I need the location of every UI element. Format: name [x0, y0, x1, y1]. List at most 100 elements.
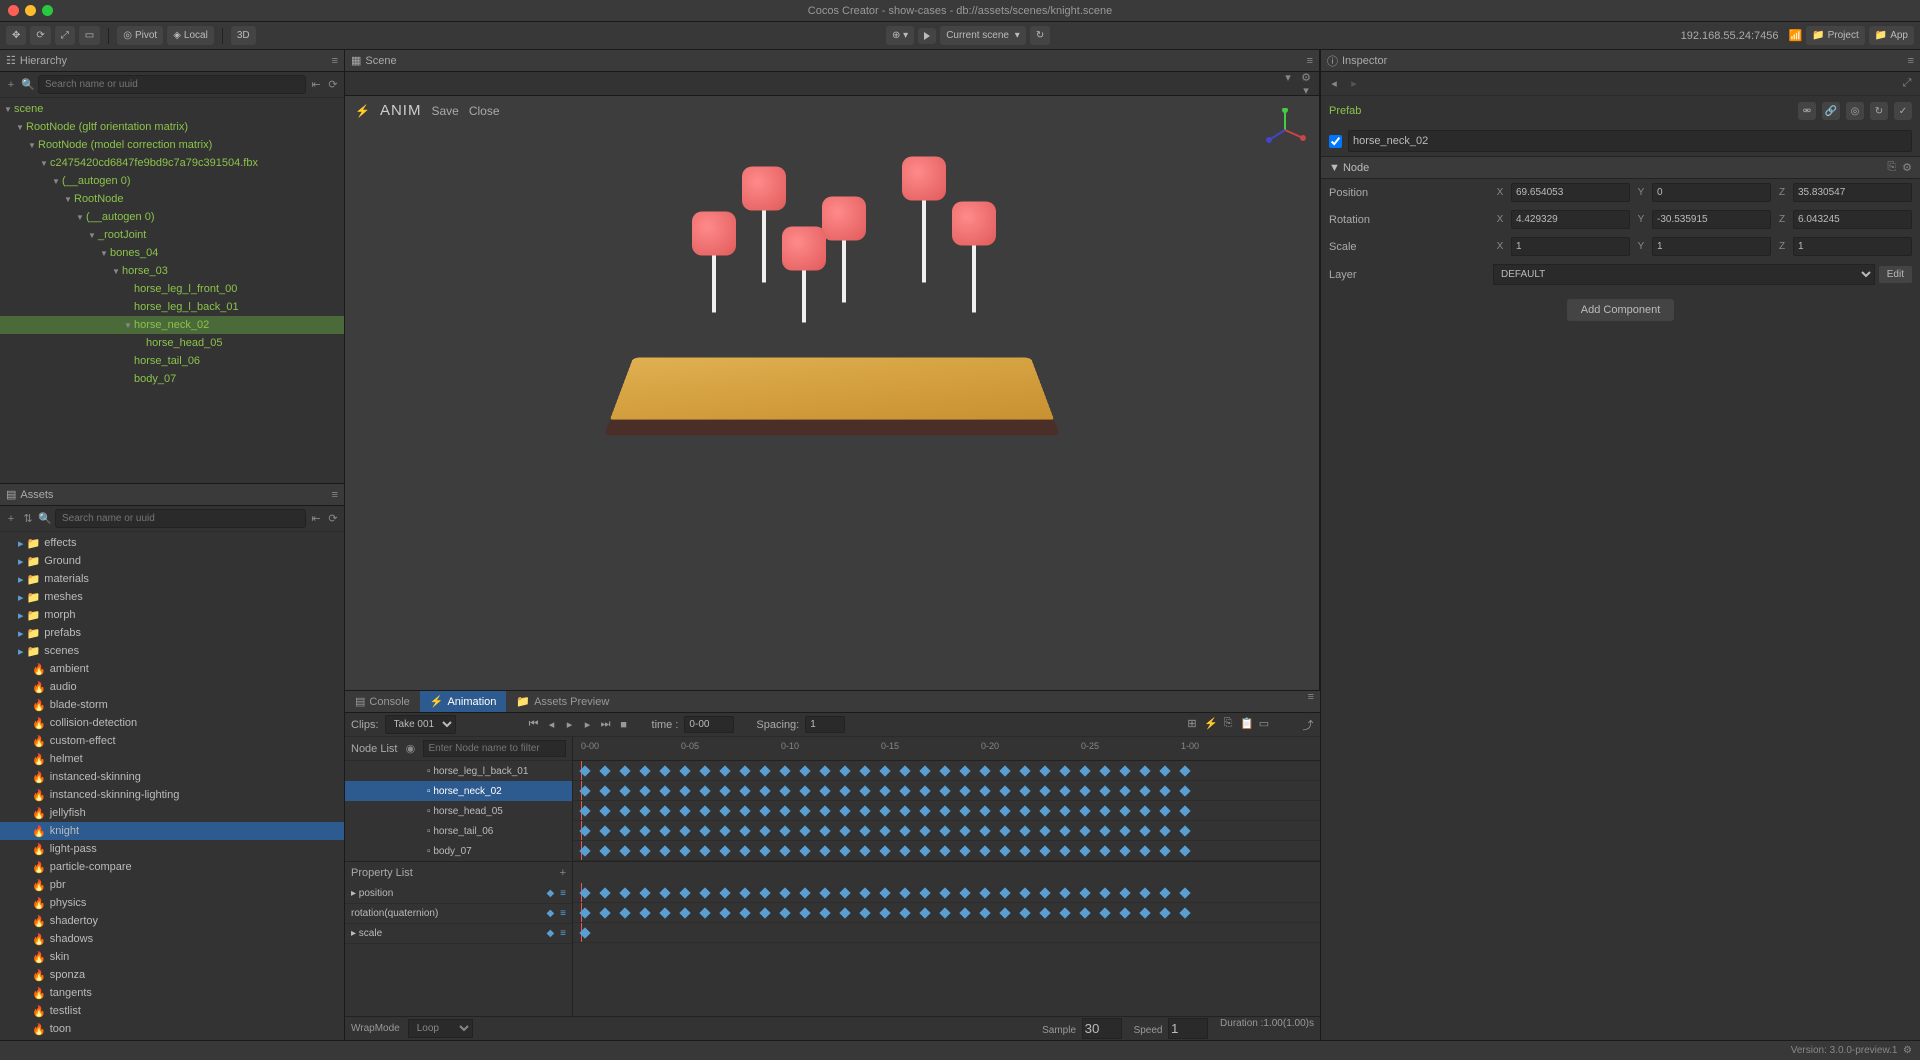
keyframe[interactable]	[939, 825, 950, 836]
keyframe-row[interactable]	[573, 801, 1320, 821]
keyframe[interactable]	[1019, 845, 1030, 856]
stop-icon[interactable]: ■	[618, 719, 630, 731]
keyframe-row[interactable]	[573, 821, 1320, 841]
keyframe[interactable]	[1039, 825, 1050, 836]
panel-menu-icon[interactable]: ≡	[1908, 55, 1914, 67]
keyframe[interactable]	[679, 785, 690, 796]
keyframe[interactable]	[919, 805, 930, 816]
revert-icon[interactable]: ↻	[1870, 102, 1888, 120]
layer-select[interactable]: DEFAULT	[1493, 264, 1875, 285]
keyframe[interactable]	[1039, 845, 1050, 856]
keyframe[interactable]	[1019, 825, 1030, 836]
keyframe[interactable]	[679, 887, 690, 898]
pos-z[interactable]	[1793, 183, 1912, 202]
keyframe[interactable]	[899, 785, 910, 796]
maximize-window[interactable]	[42, 5, 53, 16]
hierarchy-search[interactable]	[38, 75, 306, 94]
keyframe[interactable]	[1159, 845, 1170, 856]
keyframe[interactable]	[1019, 887, 1030, 898]
flash-icon[interactable]: ⚡	[1204, 717, 1216, 733]
keyframe[interactable]	[779, 887, 790, 898]
keyframe[interactable]	[1139, 887, 1150, 898]
hierarchy-node[interactable]: ▼horse_03	[0, 262, 344, 280]
node-filter-input[interactable]	[423, 740, 566, 757]
keyframe[interactable]	[1179, 845, 1190, 856]
keyframe[interactable]	[859, 907, 870, 918]
anim-prop-row[interactable]: rotation(quaternion)◆≡	[345, 904, 572, 924]
keyframe[interactable]	[999, 887, 1010, 898]
keyframe[interactable]	[839, 765, 850, 776]
keyframe[interactable]	[759, 785, 770, 796]
keyframe[interactable]	[1079, 825, 1090, 836]
keyframe[interactable]	[1179, 887, 1190, 898]
hierarchy-node[interactable]: ▼RootNode	[0, 190, 344, 208]
keyframe[interactable]	[1019, 907, 1030, 918]
keyframe[interactable]	[879, 845, 890, 856]
keyframe[interactable]	[1059, 887, 1070, 898]
keyframe[interactable]	[1139, 785, 1150, 796]
keyframe[interactable]	[1079, 785, 1090, 796]
keyframe[interactable]	[1099, 825, 1110, 836]
apply-icon[interactable]: ✓	[1894, 102, 1912, 120]
keyframe[interactable]	[659, 765, 670, 776]
sample-input[interactable]	[1082, 1018, 1122, 1039]
keyframe[interactable]	[819, 887, 830, 898]
keyframe[interactable]	[639, 887, 650, 898]
keyframe[interactable]	[679, 765, 690, 776]
keyframe[interactable]	[659, 805, 670, 816]
hierarchy-node[interactable]: horse_leg_l_back_01	[0, 298, 344, 316]
screen-icon[interactable]: ▭	[1258, 717, 1270, 733]
camera-icon[interactable]: ▾	[1281, 71, 1295, 97]
keyframe[interactable]	[1079, 805, 1090, 816]
keyframe[interactable]	[739, 825, 750, 836]
asset-item[interactable]: 🔥skin	[0, 948, 344, 966]
keyframe[interactable]	[979, 785, 990, 796]
project-button[interactable]: 📁 Project	[1806, 26, 1865, 45]
tab-console[interactable]: ▤ Console	[345, 691, 420, 712]
add-component-button[interactable]: Add Component	[1567, 299, 1675, 321]
asset-item[interactable]: 🔥helmet	[0, 750, 344, 768]
add-prop-icon[interactable]: +	[560, 867, 566, 879]
keyframe[interactable]	[739, 887, 750, 898]
keyframe[interactable]	[1099, 887, 1110, 898]
keyframe[interactable]	[999, 845, 1010, 856]
keyframe[interactable]	[639, 765, 650, 776]
keyframe[interactable]	[719, 785, 730, 796]
keyframe[interactable]	[759, 825, 770, 836]
rotate-tool[interactable]: ⟳	[30, 26, 50, 45]
keyframe[interactable]	[699, 785, 710, 796]
unlink-icon[interactable]: ⚮	[1798, 102, 1816, 120]
keyframe[interactable]	[779, 907, 790, 918]
keyframe[interactable]	[739, 805, 750, 816]
view-gizmo[interactable]	[1263, 108, 1307, 152]
keyframe[interactable]	[1119, 765, 1130, 776]
keyframe[interactable]	[879, 907, 890, 918]
keyframe[interactable]	[859, 887, 870, 898]
asset-item[interactable]: 🔥custom-effect	[0, 732, 344, 750]
keyframe[interactable]	[679, 845, 690, 856]
asset-item[interactable]: 🔥testlist	[0, 1002, 344, 1020]
keyframe[interactable]	[1099, 785, 1110, 796]
keyframe[interactable]	[759, 805, 770, 816]
asset-item[interactable]: 🔥tangents	[0, 984, 344, 1002]
keyframe[interactable]	[999, 907, 1010, 918]
keyframe[interactable]	[979, 805, 990, 816]
keyframe[interactable]	[899, 825, 910, 836]
hierarchy-node[interactable]: ▼RootNode (gltf orientation matrix)	[0, 118, 344, 136]
keyframe[interactable]	[779, 845, 790, 856]
keyframe[interactable]	[759, 887, 770, 898]
keyframe[interactable]	[619, 825, 630, 836]
keyframe[interactable]	[679, 825, 690, 836]
anim-node-row[interactable]: ▫ horse_head_05	[345, 801, 572, 821]
hierarchy-node[interactable]: horse_leg_l_front_00	[0, 280, 344, 298]
keyframe[interactable]	[599, 825, 610, 836]
keyframe-row[interactable]	[573, 923, 1320, 943]
anim-node-row[interactable]: ▫ horse_leg_l_back_01	[345, 761, 572, 781]
link-icon[interactable]: 🔗	[1822, 102, 1840, 120]
keyframe[interactable]	[799, 907, 810, 918]
pos-y[interactable]	[1652, 183, 1771, 202]
scl-x[interactable]	[1511, 237, 1630, 256]
refresh-icon[interactable]: ⟳	[326, 78, 340, 91]
keyframe[interactable]	[699, 887, 710, 898]
keyframe[interactable]	[719, 887, 730, 898]
